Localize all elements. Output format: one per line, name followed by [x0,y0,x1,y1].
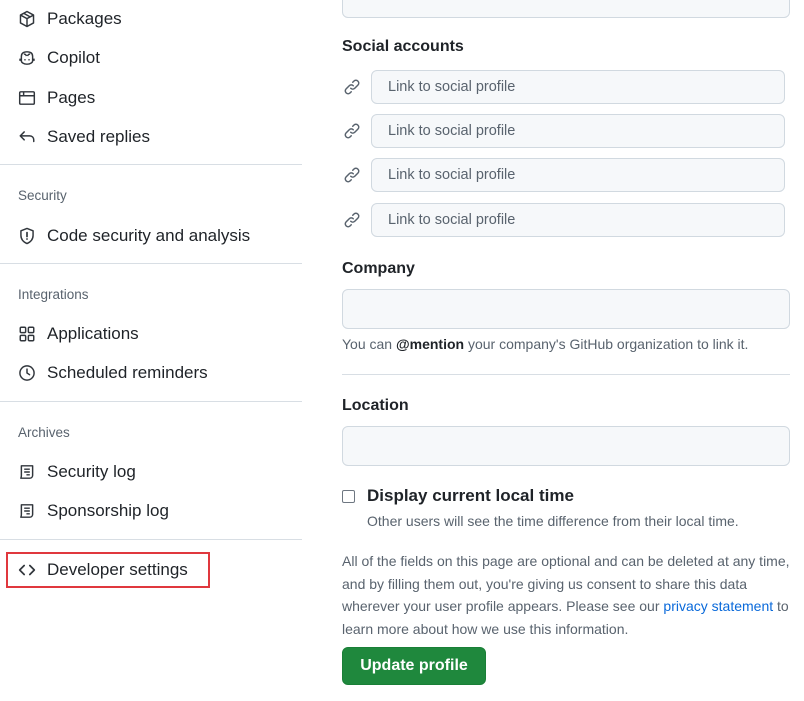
company-heading: Company [342,260,415,277]
update-profile-button[interactable]: Update profile [342,647,486,685]
sidebar-item-label: Saved replies [47,127,151,146]
sidebar-item-developer-settings[interactable]: Developer settings [0,553,300,587]
form-divider [342,374,790,375]
social-row [342,158,788,192]
log-icon [17,462,37,482]
location-heading: Location [342,397,409,414]
sidebar-item-scheduled-reminders[interactable]: Scheduled reminders [0,356,300,390]
sidebar-item-code-security[interactable]: Code security and analysis [0,219,300,253]
sidebar-item-sponsorship-log[interactable]: Sponsorship log [0,494,300,528]
sidebar-item-packages[interactable]: Packages [0,2,300,36]
clock-icon [17,363,37,383]
social-accounts-heading: Social accounts [342,38,464,55]
settings-sidebar: Packages Copilot Pages Saved replies Sec… [0,0,302,701]
company-note-mention: @mention [395,336,465,352]
company-note-suffix: your company's GitHub organization to li… [464,336,749,352]
sidebar-item-label: Security log [47,462,136,481]
sidebar-divider [0,539,302,540]
sidebar-item-applications[interactable]: Applications [0,317,300,351]
social-link-input-1[interactable] [371,70,785,104]
package-icon [17,9,37,29]
reply-icon [17,127,37,147]
copilot-icon [17,48,37,68]
local-time-checkbox[interactable] [342,490,355,503]
local-time-label[interactable]: Display current local time [367,486,574,506]
sidebar-item-copilot[interactable]: Copilot [0,41,300,75]
sidebar-item-security-log[interactable]: Security log [0,455,300,489]
sidebar-item-label: Applications [47,324,139,343]
sidebar-item-label: Packages [47,9,122,28]
privacy-statement-link[interactable]: privacy statement [663,598,773,614]
location-field[interactable] [342,426,790,466]
company-field[interactable] [342,289,790,329]
sidebar-item-label: Sponsorship log [47,501,169,520]
sidebar-item-saved-replies[interactable]: Saved replies [0,120,300,154]
sidebar-divider [0,401,302,402]
sidebar-item-label: Copilot [47,48,100,67]
social-link-input-3[interactable] [371,158,785,192]
sidebar-item-pages[interactable]: Pages [0,81,300,115]
company-note: You can @mention your company's GitHub o… [342,336,748,352]
sidebar-item-label: Developer settings [47,560,188,579]
social-link-input-2[interactable] [371,114,785,148]
link-icon [342,77,362,97]
link-icon [342,165,362,185]
code-icon [17,560,37,580]
sidebar-item-label: Scheduled reminders [47,363,208,382]
social-row [342,114,788,148]
sidebar-section-integrations: Integrations [18,287,89,302]
sidebar-item-label: Pages [47,88,96,107]
profile-form: Social accounts Company You can @mention… [342,0,792,701]
local-time-help: Other users will see the time difference… [367,513,739,529]
sidebar-divider [0,164,302,165]
sidebar-section-archives: Archives [18,425,70,440]
social-row [342,203,788,237]
log-icon [17,501,37,521]
shield-icon [17,226,37,246]
social-link-input-4[interactable] [371,203,785,237]
previous-field[interactable] [342,0,790,18]
apps-icon [17,324,37,344]
sidebar-section-security: Security [18,188,67,203]
browser-icon [17,88,37,108]
link-icon [342,121,362,141]
privacy-notice: All of the fields on this page are optio… [342,550,790,640]
company-note-prefix: You can [342,336,396,352]
sidebar-item-label: Code security and analysis [47,226,251,245]
social-row [342,70,788,104]
link-icon [342,210,362,230]
sidebar-divider [0,263,302,264]
